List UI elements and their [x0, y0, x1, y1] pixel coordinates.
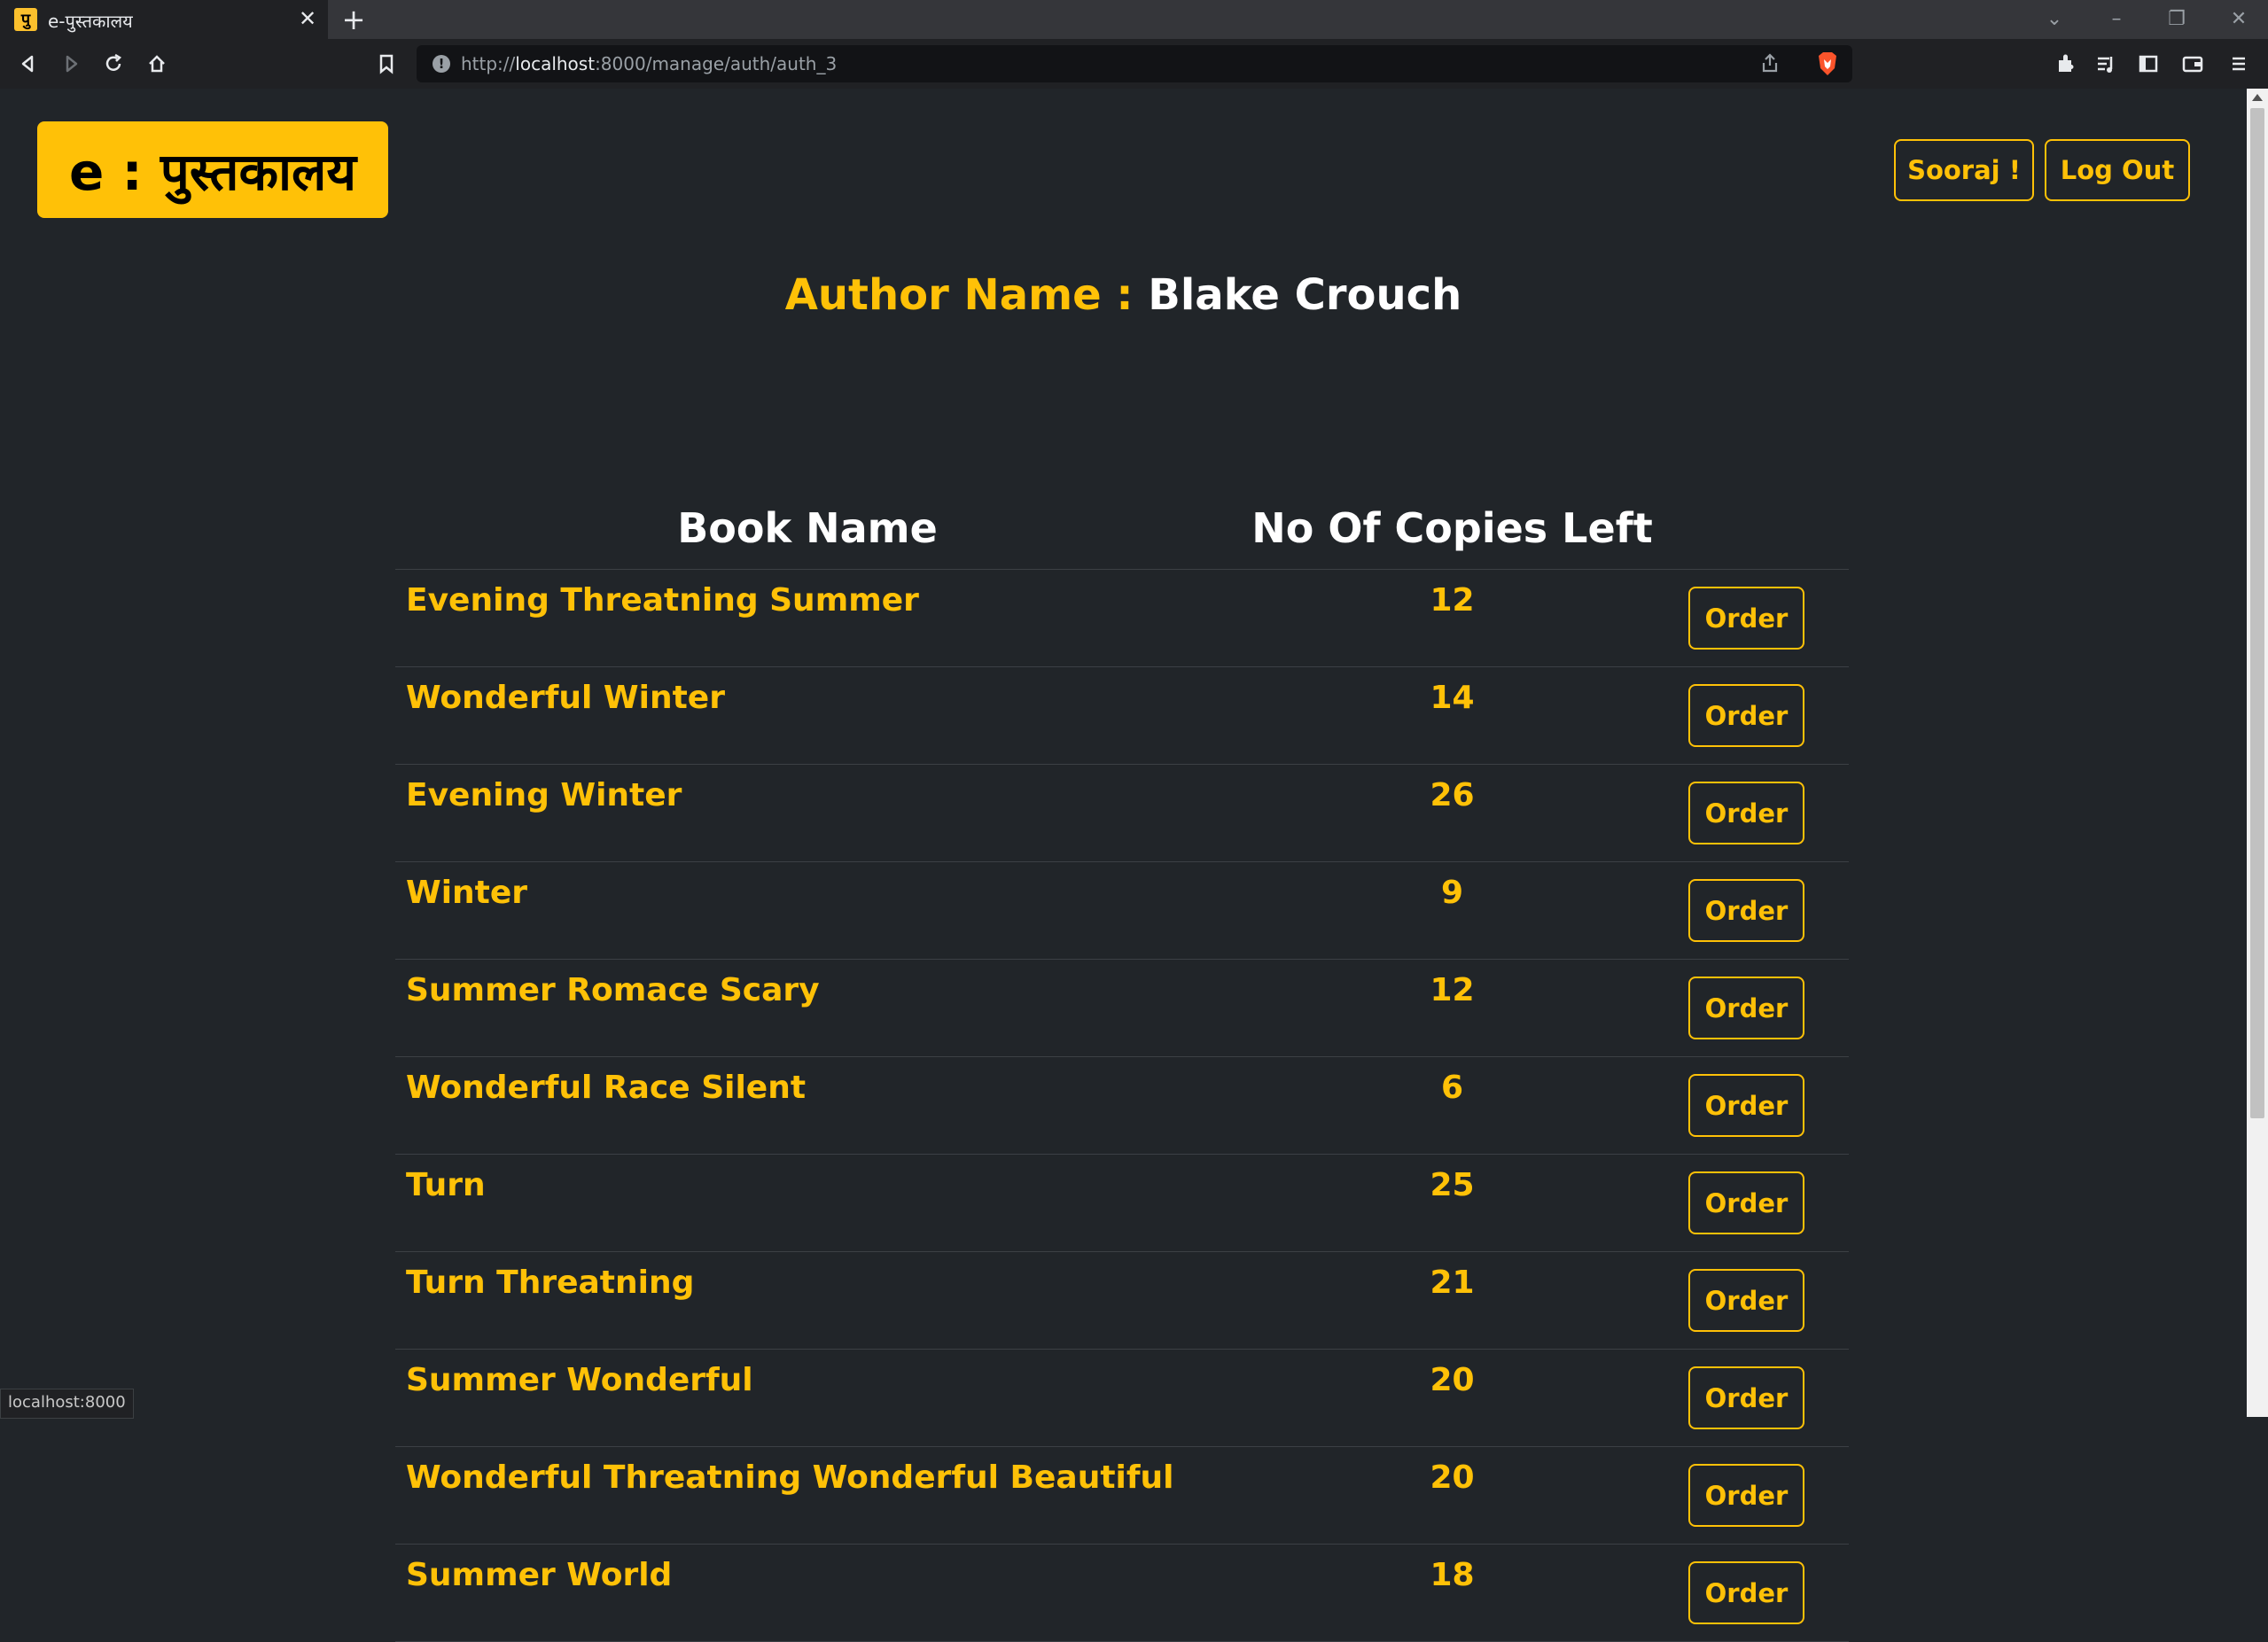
table-row: Summer World 18 Order	[395, 1544, 1849, 1642]
user-profile-button[interactable]: Sooraj !	[1894, 139, 2034, 201]
table-row: Turn Threatning 21 Order	[395, 1251, 1849, 1350]
book-name-link[interactable]: Wonderful Threatning Wonderful Beautiful	[395, 1446, 1220, 1545]
author-name: Blake Crouch	[1148, 270, 1462, 320]
copies-left-value: 9	[1220, 861, 1685, 960]
book-name-link[interactable]: Turn Threatning	[395, 1251, 1220, 1350]
table-row: Evening Threatning Summer 12 Order	[395, 569, 1849, 667]
copies-left-value: 20	[1220, 1446, 1685, 1545]
copies-left-value: 6	[1220, 1056, 1685, 1155]
sidebar-icon[interactable]	[2132, 48, 2164, 80]
book-name-link[interactable]: Summer Romace Scary	[395, 959, 1220, 1057]
table-row: Wonderful Winter 14 Order	[395, 666, 1849, 765]
extensions-icon[interactable]	[2049, 48, 2081, 80]
table-row: Wonderful Threatning Wonderful Beautiful…	[395, 1446, 1849, 1545]
restore-window-button[interactable]: ❐	[2159, 4, 2194, 35]
wallet-icon[interactable]	[2177, 48, 2209, 80]
copies-left-value: 12	[1220, 959, 1685, 1057]
scrollbar-thumb[interactable]	[2250, 108, 2264, 1118]
order-button[interactable]: Order	[1688, 1366, 1804, 1429]
order-button[interactable]: Order	[1688, 587, 1804, 650]
bookmark-button[interactable]	[370, 48, 402, 80]
order-button[interactable]: Order	[1688, 879, 1804, 942]
copies-left-value: 12	[1220, 569, 1685, 667]
book-name-header: Book Name	[395, 487, 1220, 570]
back-button[interactable]	[12, 48, 44, 80]
browser-toolbar: ! http://localhost:8000/manage/auth/auth…	[0, 39, 2268, 89]
page-content: e : पुस्तकालय Sooraj ! Log Out Author Na…	[0, 89, 2247, 1642]
copies-left-value: 26	[1220, 764, 1685, 862]
order-button[interactable]: Order	[1688, 1464, 1804, 1527]
tab-close-icon[interactable]: ✕	[294, 5, 321, 32]
order-button[interactable]: Order	[1688, 684, 1804, 747]
order-button[interactable]: Order	[1688, 1561, 1804, 1624]
menu-icon[interactable]	[2223, 48, 2255, 80]
order-button[interactable]: Order	[1688, 977, 1804, 1039]
reload-icon	[105, 53, 122, 71]
minimize-window-button[interactable]: –	[2099, 4, 2134, 35]
bookmark-icon	[379, 54, 394, 74]
table-row: Turn 25 Order	[395, 1154, 1849, 1252]
order-button[interactable]: Order	[1688, 1171, 1804, 1234]
brand-logo-link[interactable]: e : पुस्तकालय	[37, 121, 388, 218]
table-row: Wonderful Race Silent 6 Order	[395, 1056, 1849, 1155]
forward-button[interactable]	[55, 48, 87, 80]
site-favicon-icon: पु	[14, 8, 37, 31]
book-name-link[interactable]: Evening Threatning Summer	[395, 569, 1220, 667]
book-name-link[interactable]: Evening Winter	[395, 764, 1220, 862]
books-table-body: Evening Threatning Summer 12 Order Wonde…	[395, 569, 1849, 1642]
order-button[interactable]: Order	[1688, 1074, 1804, 1137]
new-tab-button[interactable]: +	[339, 4, 369, 35]
browser-tab-strip: पु e-पुस्तकालय ✕ + ⌄ – ❐ ✕	[0, 0, 2268, 39]
book-name-link[interactable]: Wonderful Race Silent	[395, 1056, 1220, 1155]
tab-search-icon[interactable]: ⌄	[2037, 4, 2072, 35]
copies-left-value: 14	[1220, 666, 1685, 765]
scroll-up-arrow-icon[interactable]	[2252, 94, 2263, 101]
book-name-link[interactable]: Summer World	[395, 1544, 1220, 1642]
home-icon	[149, 55, 165, 73]
books-table: Book Name No Of Copies Left Evening Thre…	[395, 487, 1849, 1642]
forward-arrow-icon	[66, 55, 78, 73]
book-name-link[interactable]: Turn	[395, 1154, 1220, 1252]
address-bar[interactable]: ! http://localhost:8000/manage/auth/auth…	[417, 45, 1852, 82]
site-info-icon[interactable]: !	[433, 55, 450, 73]
media-playlist-icon[interactable]	[2090, 48, 2122, 80]
browser-tab[interactable]: पु e-पुस्तकालय ✕	[0, 0, 328, 39]
copies-left-header: No Of Copies Left	[1220, 487, 1685, 570]
url-text[interactable]: http://localhost:8000/manage/auth/auth_3	[461, 53, 837, 74]
share-icon[interactable]	[1757, 51, 1783, 77]
status-bar-url: localhost:8000	[0, 1389, 134, 1419]
action-header	[1685, 487, 1849, 570]
table-row: Evening Winter 26 Order	[395, 764, 1849, 862]
copies-left-value: 25	[1220, 1154, 1685, 1252]
tab-title: e-पुस्तकालय	[48, 11, 133, 32]
copies-left-value: 21	[1220, 1251, 1685, 1350]
table-row: Summer Wonderful 20 Order	[395, 1349, 1849, 1447]
book-name-link[interactable]: Summer Wonderful	[395, 1349, 1220, 1447]
page-scrollbar[interactable]	[2247, 89, 2268, 1417]
logout-button[interactable]: Log Out	[2045, 139, 2190, 201]
book-name-link[interactable]: Wonderful Winter	[395, 666, 1220, 765]
order-button[interactable]: Order	[1688, 1269, 1804, 1332]
author-heading: Author Name : Blake Crouch	[0, 270, 2247, 320]
back-arrow-icon	[21, 55, 34, 73]
copies-left-value: 18	[1220, 1544, 1685, 1642]
close-window-button[interactable]: ✕	[2221, 4, 2256, 35]
author-label: Author Name :	[784, 270, 1149, 320]
copies-left-value: 20	[1220, 1349, 1685, 1447]
order-button[interactable]: Order	[1688, 782, 1804, 844]
table-row: Summer Romace Scary 12 Order	[395, 959, 1849, 1057]
table-row: Winter 9 Order	[395, 861, 1849, 960]
brave-shields-icon[interactable]	[1815, 51, 1840, 77]
book-name-link[interactable]: Winter	[395, 861, 1220, 960]
home-button[interactable]	[141, 48, 173, 80]
reload-button[interactable]	[97, 48, 129, 80]
table-header-row: Book Name No Of Copies Left	[395, 487, 1849, 570]
